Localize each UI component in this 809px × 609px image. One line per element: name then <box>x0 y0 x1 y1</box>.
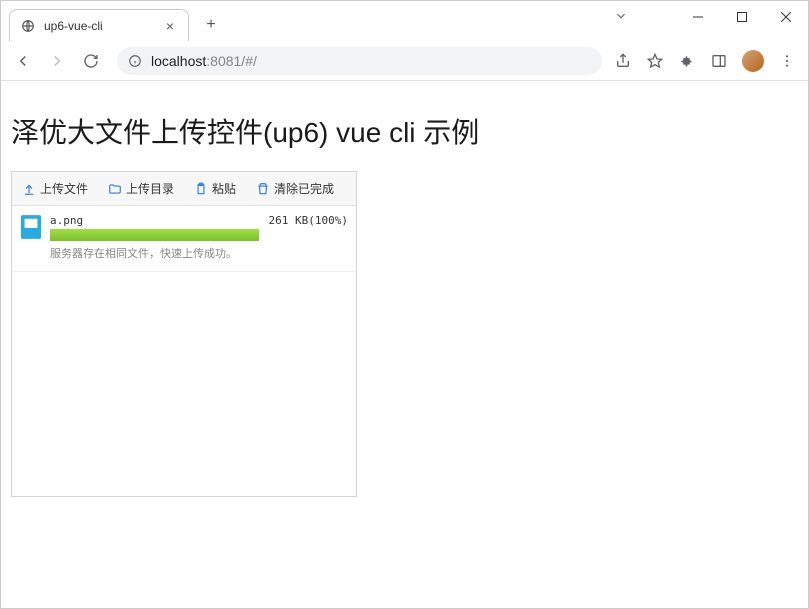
extensions-icon[interactable] <box>678 52 696 70</box>
paste-button[interactable]: 粘贴 <box>194 180 236 197</box>
file-name: a.png <box>50 214 83 227</box>
new-tab-button[interactable]: + <box>199 13 223 37</box>
page-title: 泽优大文件上传控件(up6) vue cli 示例 <box>11 111 798 151</box>
browser-toolbar: localhost:8081/#/ <box>1 41 808 81</box>
close-window-button[interactable] <box>764 1 808 33</box>
uploader-panel: 上传文件 上传目录 粘贴 清除已完成 <box>11 171 357 497</box>
back-button[interactable] <box>9 47 37 75</box>
reload-button[interactable] <box>77 47 105 75</box>
file-row: a.png 261 KB(100%) 服务器存在相同文件，快速上传成功。 <box>12 206 356 272</box>
tab-title: up6-vue-cli <box>44 19 154 33</box>
url-path: :8081/#/ <box>206 53 257 69</box>
file-type-icon <box>20 214 42 240</box>
bookmark-star-icon[interactable] <box>646 52 664 70</box>
trash-icon <box>256 182 270 196</box>
profile-avatar[interactable] <box>742 50 764 72</box>
site-info-icon[interactable] <box>127 53 143 69</box>
upload-dir-label: 上传目录 <box>126 180 174 197</box>
share-icon[interactable] <box>614 52 632 70</box>
browser-tab[interactable]: up6-vue-cli × <box>9 9 189 41</box>
window-titlebar: up6-vue-cli × + <box>1 1 808 41</box>
folder-icon <box>108 182 122 196</box>
clear-completed-button[interactable]: 清除已完成 <box>256 180 334 197</box>
url-host: localhost <box>151 53 206 69</box>
progress-bar <box>50 229 259 241</box>
clear-label: 清除已完成 <box>274 180 334 197</box>
uploader-body: a.png 261 KB(100%) 服务器存在相同文件，快速上传成功。 <box>12 206 356 496</box>
upload-file-button[interactable]: 上传文件 <box>22 180 88 197</box>
page-content: 泽优大文件上传控件(up6) vue cli 示例 上传文件 上传目录 粘贴 <box>1 81 808 507</box>
paste-label: 粘贴 <box>212 180 236 197</box>
file-size: 261 KB(100%) <box>269 214 348 227</box>
toolbar-right <box>614 50 800 72</box>
address-bar[interactable]: localhost:8081/#/ <box>117 47 602 75</box>
maximize-button[interactable] <box>720 1 764 33</box>
minimize-button[interactable] <box>676 1 720 33</box>
globe-icon <box>20 18 36 34</box>
window-controls <box>676 1 808 33</box>
menu-icon[interactable] <box>778 52 796 70</box>
forward-button[interactable] <box>43 47 71 75</box>
upload-file-label: 上传文件 <box>40 180 88 197</box>
uploader-toolbar: 上传文件 上传目录 粘贴 清除已完成 <box>12 172 356 206</box>
clipboard-icon <box>194 182 208 196</box>
chevron-down-icon[interactable] <box>614 9 628 26</box>
file-info: a.png 261 KB(100%) 服务器存在相同文件，快速上传成功。 <box>50 214 348 261</box>
side-panel-icon[interactable] <box>710 52 728 70</box>
file-status-message: 服务器存在相同文件，快速上传成功。 <box>50 245 348 261</box>
close-icon[interactable]: × <box>162 18 178 34</box>
upload-dir-button[interactable]: 上传目录 <box>108 180 174 197</box>
upload-icon <box>22 182 36 196</box>
url-text: localhost:8081/#/ <box>151 53 592 69</box>
